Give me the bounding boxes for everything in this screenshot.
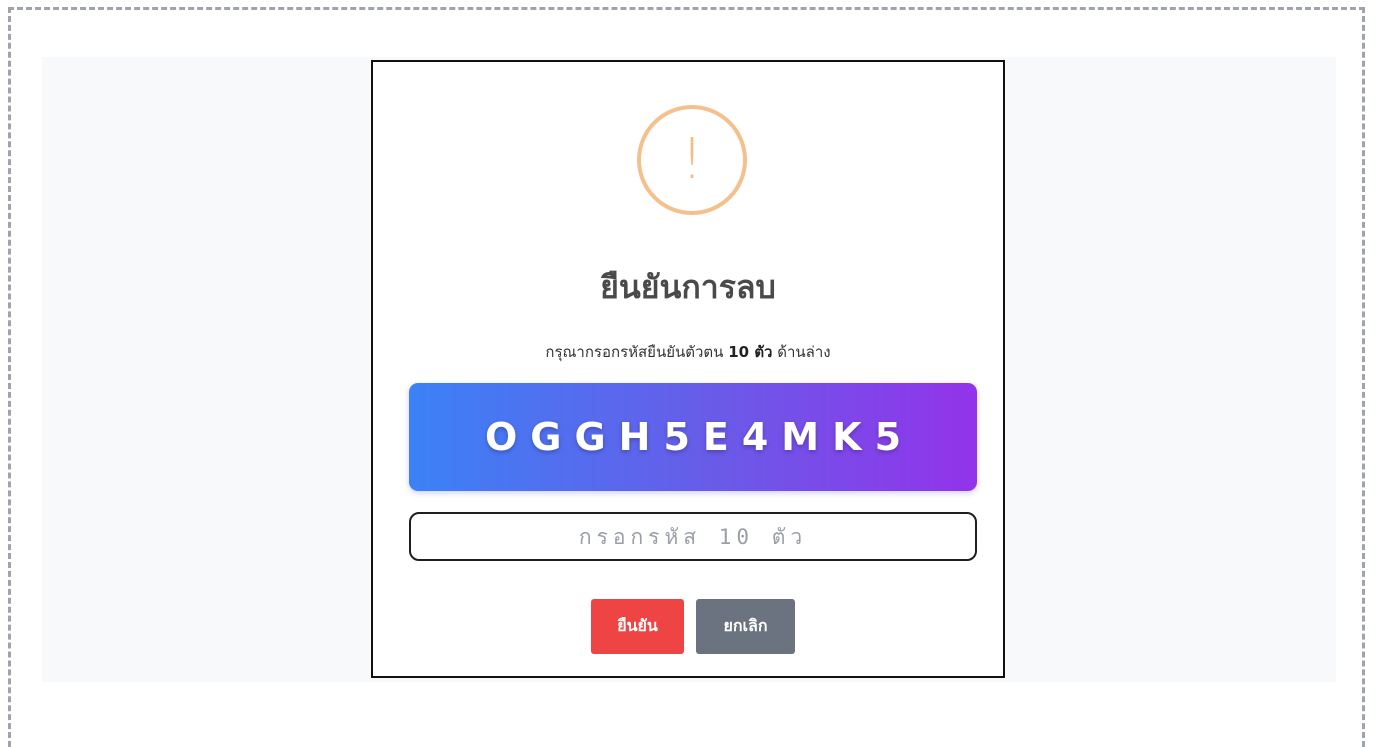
delete-confirmation-dialog: ! ยืนยันการลบ กรุณากรอกรหัสยืนยันตัวตน 1… bbox=[371, 60, 1005, 678]
dialog-instruction: กรุณากรอกรหัสยืนยันตัวตน 10 ตัว ด้านล่าง bbox=[373, 340, 1003, 364]
verification-code-box: OGGH5E4MK5 bbox=[409, 383, 977, 491]
dialog-title: ยืนยันการลบ bbox=[600, 268, 776, 306]
warning-glyph: ! bbox=[680, 127, 704, 192]
confirm-button[interactable]: ยืนยัน bbox=[591, 599, 684, 654]
instruction-suffix: ด้านล่าง bbox=[777, 343, 831, 361]
verification-code: OGGH5E4MK5 bbox=[484, 415, 915, 459]
cancel-button[interactable]: ยกเลิก bbox=[696, 599, 795, 654]
warning-exclamation-icon: ! bbox=[637, 105, 747, 215]
instruction-prefix: กรุณากรอกรหัสยืนยันตัวตน bbox=[545, 343, 724, 361]
verification-code-input[interactable] bbox=[409, 512, 977, 561]
instruction-count: 10 ตัว bbox=[728, 343, 773, 361]
